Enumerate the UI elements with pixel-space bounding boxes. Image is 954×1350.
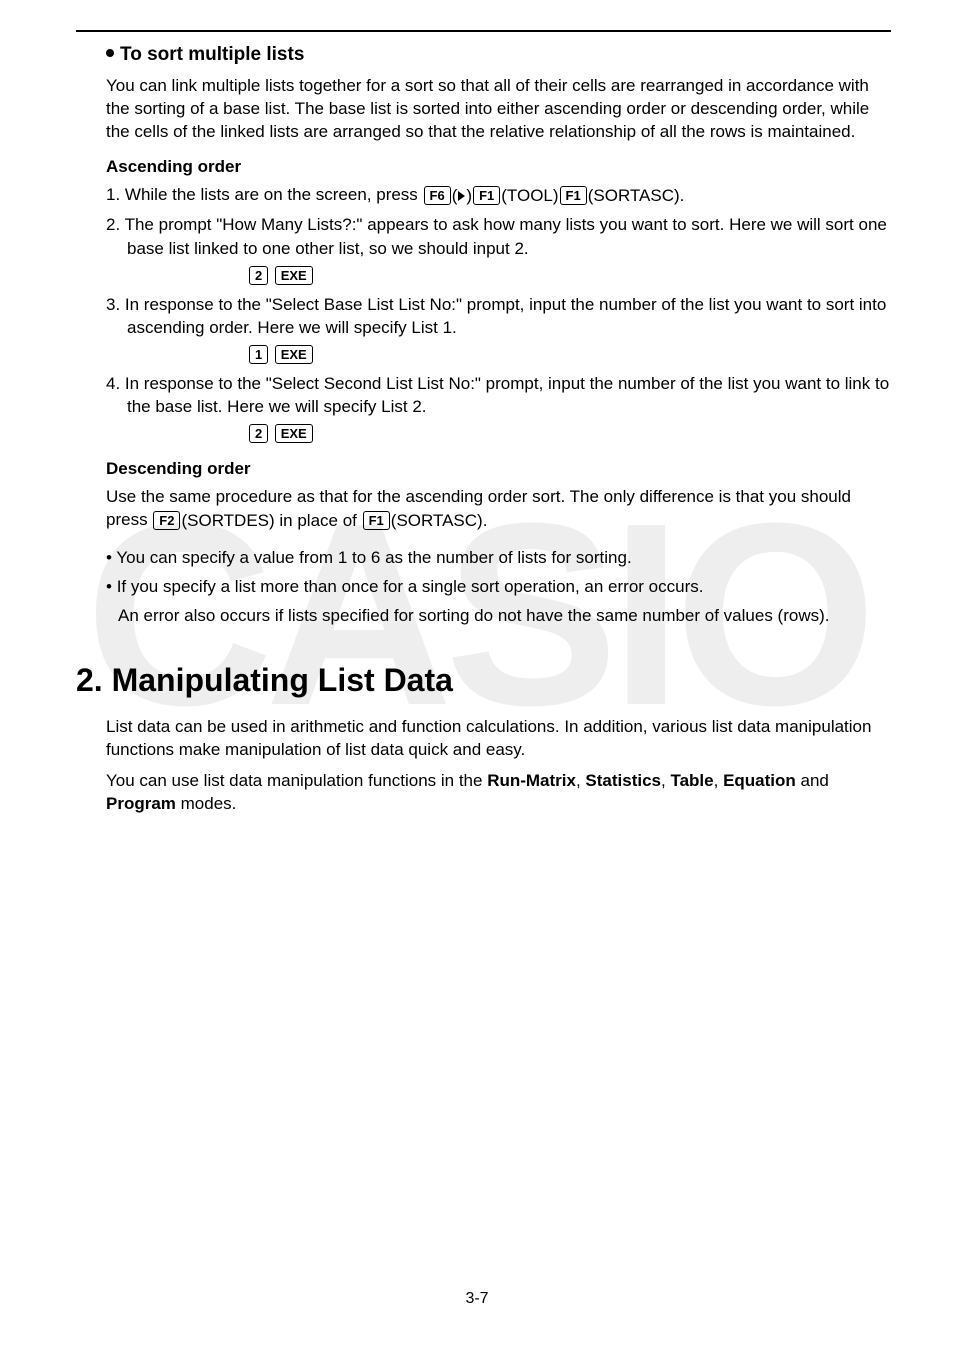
key-exe: EXE xyxy=(275,424,313,443)
main-para-2: You can use list data manipulation funct… xyxy=(106,769,891,815)
key-sequence-2exe-b: 2 EXE xyxy=(248,424,891,443)
page-content: To sort multiple lists You can link mult… xyxy=(76,30,891,815)
key-sequence-1exe: 1 EXE xyxy=(248,345,891,364)
key-exe: EXE xyxy=(275,266,313,285)
key-sequence-2exe: 2 EXE xyxy=(248,266,891,285)
key-2: 2 xyxy=(249,424,268,443)
sub-heading: To sort multiple lists xyxy=(106,44,891,66)
key-1: 1 xyxy=(249,345,268,364)
after-bullet-para: An error also occurs if lists specified … xyxy=(118,604,891,627)
top-rule xyxy=(76,30,891,32)
section-heading: 2. Manipulating List Data xyxy=(76,662,891,699)
step-2: 2. The prompt "How Many Lists?:" appears… xyxy=(106,213,891,259)
step-4: 4. In response to the "Select Second Lis… xyxy=(106,372,891,418)
bullet-item-1: You can specify a value from 1 to 6 as t… xyxy=(106,546,891,569)
descending-heading: Descending order xyxy=(106,459,891,479)
page-number: 3-7 xyxy=(0,1290,954,1308)
main-para-1: List data can be used in arithmetic and … xyxy=(106,715,891,761)
step-3: 3. In response to the "Select Base List … xyxy=(106,293,891,339)
step-1: 1. While the lists are on the screen, pr… xyxy=(106,183,891,207)
key-f1: F1 xyxy=(363,511,390,530)
key-f6: F6 xyxy=(424,186,451,205)
bullet-icon xyxy=(106,49,114,57)
descending-paragraph: Use the same procedure as that for the a… xyxy=(106,485,891,532)
key-2: 2 xyxy=(249,266,268,285)
ascending-heading: Ascending order xyxy=(106,157,891,177)
intro-paragraph: You can link multiple lists together for… xyxy=(106,74,891,143)
key-f1: F1 xyxy=(473,186,500,205)
right-triangle-icon xyxy=(458,191,465,201)
key-f2: F2 xyxy=(153,511,180,530)
key-exe: EXE xyxy=(275,345,313,364)
bullet-item-2: If you specify a list more than once for… xyxy=(106,575,891,598)
key-f1: F1 xyxy=(560,186,587,205)
